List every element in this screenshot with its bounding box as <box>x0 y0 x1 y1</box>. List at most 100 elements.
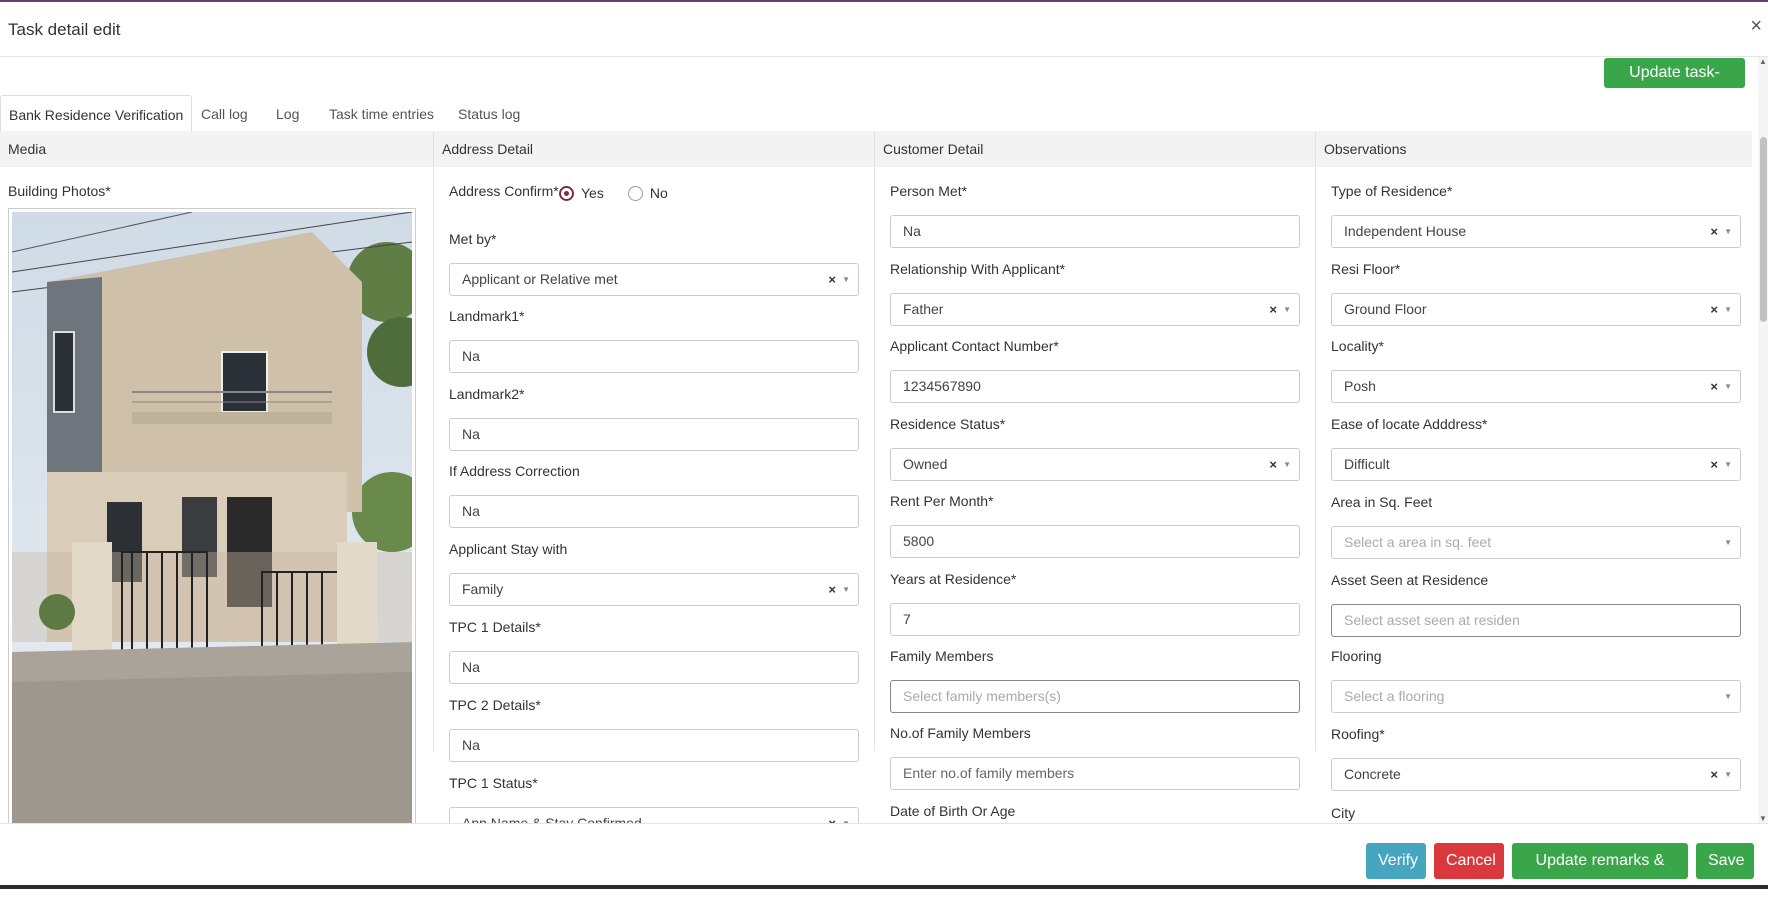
flooring-placeholder: Select a flooring <box>1344 688 1445 704</box>
residence-status-field: Residence Status* Owned × ▼ <box>890 414 1300 481</box>
rent-field: Rent Per Month* 5800 <box>890 491 1300 558</box>
no-family-label: No.of Family Members <box>890 725 1031 741</box>
scrollbar-thumb[interactable] <box>1760 137 1767 322</box>
years-input[interactable]: 7 <box>890 603 1300 636</box>
asset-seen-input[interactable]: Select asset seen at residen <box>1331 604 1741 637</box>
observations-header: Observations <box>1316 131 1752 167</box>
tab-task-time-entries[interactable]: Task time entries <box>321 95 442 133</box>
scroll-up-icon[interactable]: ▲ <box>1759 57 1767 66</box>
roofing-select[interactable]: Concrete × ▼ <box>1331 758 1741 791</box>
address-confirm-options: Yes No <box>559 183 668 203</box>
tab-status-log[interactable]: Status log <box>450 95 528 133</box>
clear-selection-icon[interactable]: × <box>828 264 836 295</box>
clear-selection-icon[interactable]: × <box>1269 294 1277 325</box>
tab-log[interactable]: Log <box>268 95 307 133</box>
chevron-down-icon[interactable]: ▼ <box>1724 527 1732 558</box>
tpc2-details-input[interactable]: Na <box>449 729 859 762</box>
met-by-select[interactable]: Applicant or Relative met × ▼ <box>449 263 859 296</box>
modal-body: Update task-data Bank Residence Verifica… <box>0 57 1752 823</box>
chevron-down-icon[interactable]: ▼ <box>1724 294 1732 325</box>
address-confirm-label: Address Confirm* <box>449 183 559 199</box>
tpc1-details-input[interactable]: Na <box>449 651 859 684</box>
verify-button[interactable]: Verify <box>1366 843 1426 879</box>
locality-select[interactable]: Posh × ▼ <box>1331 370 1741 403</box>
clear-selection-icon[interactable]: × <box>1710 759 1718 790</box>
tpc1-status-select[interactable]: App Name & Stay Confirmed × ▼ <box>449 807 859 823</box>
family-members-label: Family Members <box>890 648 994 664</box>
vertical-scrollbar[interactable]: ▲ ▼ <box>1758 57 1768 823</box>
area-field: Area in Sq. Feet Select a area in sq. fe… <box>1331 492 1741 559</box>
rent-label: Rent Per Month* <box>890 493 994 509</box>
cancel-button[interactable]: Cancel <box>1434 843 1504 879</box>
stay-with-select[interactable]: Family × ▼ <box>449 573 859 606</box>
chevron-down-icon[interactable]: ▼ <box>1283 449 1291 480</box>
person-met-label: Person Met* <box>890 183 968 199</box>
chevron-down-icon[interactable]: ▼ <box>1283 294 1291 325</box>
asset-seen-label: Asset Seen at Residence <box>1331 572 1489 588</box>
no-family-field: No.of Family Members Enter no.of family … <box>890 723 1300 790</box>
clear-selection-icon[interactable]: × <box>828 808 836 823</box>
chevron-down-icon[interactable]: ▼ <box>842 574 850 605</box>
chevron-down-icon[interactable]: ▼ <box>1724 759 1732 790</box>
media-header: Media <box>0 131 433 167</box>
close-icon[interactable]: × <box>1750 16 1762 36</box>
family-members-input[interactable]: Select family members(s) <box>890 680 1300 713</box>
address-correction-input[interactable]: Na <box>449 495 859 528</box>
update-remarks-button[interactable]: Update remarks & data <box>1512 843 1688 905</box>
relationship-value: Father <box>903 301 944 317</box>
person-met-input[interactable]: Na <box>890 215 1300 248</box>
chevron-down-icon[interactable]: ▼ <box>1724 449 1732 480</box>
tpc2-details-field: TPC 2 Details* Na <box>449 695 859 762</box>
address-correction-label: If Address Correction <box>449 463 580 479</box>
ease-of-locate-select[interactable]: Difficult × ▼ <box>1331 448 1741 481</box>
customer-column: Customer Detail Person Met* Na Relations… <box>875 131 1315 823</box>
tab-bank-residence-verification[interactable]: Bank Residence Verification <box>0 95 193 133</box>
house-photo-image <box>11 211 415 823</box>
flooring-field: Flooring Select a flooring ▼ <box>1331 646 1741 713</box>
clear-selection-icon[interactable]: × <box>1269 449 1277 480</box>
contact-number-input[interactable]: 1234567890 <box>890 370 1300 403</box>
tab-bar: Bank Residence Verification Call log Log… <box>0 95 1752 133</box>
roofing-label: Roofing* <box>1331 726 1385 742</box>
chevron-down-icon[interactable]: ▼ <box>1724 371 1732 402</box>
roofing-value: Concrete <box>1344 766 1401 782</box>
clear-selection-icon[interactable]: × <box>1710 449 1718 480</box>
save-button[interactable]: Save <box>1696 843 1754 879</box>
observations-column: Observations Type of Residence* Independ… <box>1316 131 1752 823</box>
residence-status-label: Residence Status* <box>890 416 1006 432</box>
chevron-down-icon[interactable]: ▼ <box>1724 216 1732 247</box>
relationship-select[interactable]: Father × ▼ <box>890 293 1300 326</box>
area-select[interactable]: Select a area in sq. feet ▼ <box>1331 526 1741 559</box>
tab-call-log[interactable]: Call log <box>193 95 256 133</box>
flooring-select[interactable]: Select a flooring ▼ <box>1331 680 1741 713</box>
chevron-down-icon[interactable]: ▼ <box>1724 681 1732 712</box>
clear-selection-icon[interactable]: × <box>828 574 836 605</box>
tpc1-details-label: TPC 1 Details* <box>449 619 541 635</box>
ease-of-locate-label: Ease of locate Adddress* <box>1331 416 1488 432</box>
building-photos-label: Building Photos* <box>8 183 111 199</box>
contact-number-label: Applicant Contact Number* <box>890 338 1059 354</box>
radio-yes[interactable] <box>559 185 574 201</box>
clear-selection-icon[interactable]: × <box>1710 294 1718 325</box>
clear-selection-icon[interactable]: × <box>1710 216 1718 247</box>
resi-floor-select[interactable]: Ground Floor × ▼ <box>1331 293 1741 326</box>
no-family-input[interactable]: Enter no.of family members <box>890 757 1300 790</box>
rent-input[interactable]: 5800 <box>890 525 1300 558</box>
landmark1-input[interactable]: Na <box>449 340 859 373</box>
clear-selection-icon[interactable]: × <box>1710 371 1718 402</box>
ease-of-locate-value: Difficult <box>1344 456 1390 472</box>
landmark1-label: Landmark1* <box>449 308 525 324</box>
radio-no[interactable] <box>627 185 643 201</box>
scroll-down-icon[interactable]: ▼ <box>1759 814 1767 823</box>
area-label: Area in Sq. Feet <box>1331 494 1433 510</box>
chevron-down-icon[interactable]: ▼ <box>842 264 850 295</box>
years-field: Years at Residence* 7 <box>890 569 1300 636</box>
resi-floor-field: Resi Floor* Ground Floor × ▼ <box>1331 259 1741 326</box>
type-of-residence-select[interactable]: Independent House × ▼ <box>1331 215 1741 248</box>
customer-header: Customer Detail <box>875 131 1315 167</box>
update-task-data-button[interactable]: Update task-data <box>1604 58 1745 111</box>
residence-status-select[interactable]: Owned × ▼ <box>890 448 1300 481</box>
building-photo[interactable] <box>8 208 416 823</box>
chevron-down-icon[interactable]: ▼ <box>842 808 850 823</box>
landmark2-input[interactable]: Na <box>449 418 859 451</box>
